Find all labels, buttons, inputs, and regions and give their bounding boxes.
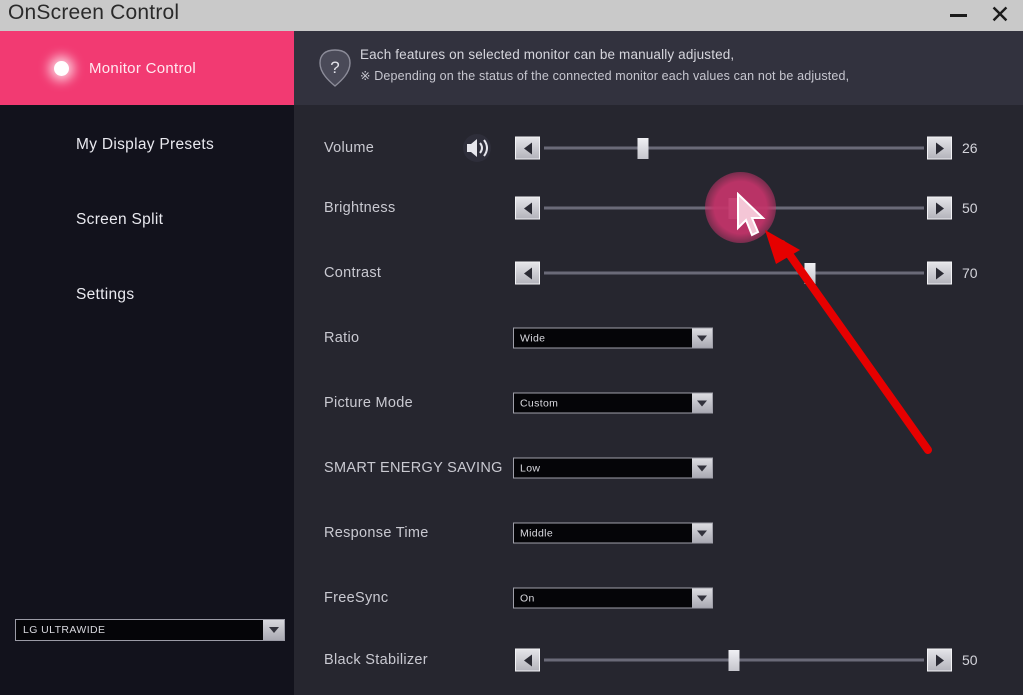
- chevron-down-icon[interactable]: [692, 588, 712, 608]
- control-label: Brightness: [324, 200, 396, 216]
- volume-slider-handle[interactable]: [637, 137, 649, 159]
- ratio-value: Wide: [520, 332, 546, 344]
- close-icon: ✕: [989, 1, 1011, 29]
- control-row-freesync: FreeSync On: [294, 581, 1023, 615]
- brightness-increase-button[interactable]: [927, 196, 952, 220]
- sidebar: Monitor Control My Display Presets Scree…: [0, 31, 294, 695]
- picture-mode-value: Custom: [520, 397, 559, 409]
- smart-energy-saving-dropdown[interactable]: Low: [513, 457, 713, 479]
- response-time-dropdown[interactable]: Middle: [513, 522, 713, 544]
- freesync-value: On: [520, 592, 535, 604]
- monitor-control-panel: Volume 26 Brightness 50 Contrast 70 Rati…: [294, 105, 1023, 695]
- brightness-decrease-button[interactable]: [515, 196, 540, 220]
- control-row-ratio: Ratio Wide: [294, 321, 1023, 355]
- sidebar-item-label: Monitor Control: [89, 59, 197, 77]
- monitor-selector-dropdown[interactable]: LG ULTRAWIDE: [15, 619, 285, 641]
- response-time-value: Middle: [520, 527, 554, 539]
- chevron-down-icon[interactable]: [263, 620, 284, 640]
- triangle-right-icon: [935, 654, 944, 666]
- sidebar-item-label: My Display Presets: [76, 136, 215, 153]
- contrast-value: 70: [962, 265, 978, 281]
- control-row-volume: Volume 26: [294, 131, 1023, 165]
- minimize-icon: [949, 14, 967, 17]
- brightness-value: 50: [962, 200, 978, 216]
- triangle-right-icon: [935, 142, 944, 154]
- black-stabilizer-slider-handle[interactable]: [728, 649, 740, 671]
- control-row-black-stabilizer: Black Stabilizer 50: [294, 643, 1023, 677]
- chevron-down-icon[interactable]: [692, 393, 712, 413]
- control-label: Contrast: [324, 265, 382, 281]
- volume-value: 26: [962, 140, 978, 156]
- black-stabilizer-value: 50: [962, 652, 978, 668]
- sidebar-item-my-display-presets[interactable]: My Display Presets: [0, 117, 294, 173]
- triangle-right-icon: [935, 202, 944, 214]
- sidebar-item-monitor-control[interactable]: Monitor Control: [0, 31, 294, 105]
- volume-increase-button[interactable]: [927, 136, 952, 160]
- chevron-down-icon[interactable]: [692, 523, 712, 543]
- control-label: FreeSync: [324, 590, 389, 606]
- sidebar-item-screen-split[interactable]: Screen Split: [0, 192, 294, 248]
- title-bar: OnScreen Control ✕: [0, 0, 1023, 31]
- control-row-smart-energy-saving: SMART ENERGY SAVING Low: [294, 451, 1023, 485]
- control-row-contrast: Contrast 70: [294, 256, 1023, 290]
- control-label: Black Stabilizer: [324, 652, 428, 668]
- minimize-button[interactable]: [941, 0, 975, 31]
- brightness-slider-track[interactable]: [544, 197, 924, 219]
- sidebar-item-label: Settings: [76, 286, 135, 303]
- help-question-icon: ?: [319, 49, 351, 87]
- contrast-increase-button[interactable]: [927, 261, 952, 285]
- freesync-dropdown[interactable]: On: [513, 587, 713, 609]
- volume-slider-track[interactable]: [544, 137, 924, 159]
- close-button[interactable]: ✕: [983, 0, 1017, 31]
- info-banner: ? Each features on selected monitor can …: [294, 31, 1023, 105]
- picture-mode-dropdown[interactable]: Custom: [513, 392, 713, 414]
- sidebar-item-settings[interactable]: Settings: [0, 267, 294, 323]
- contrast-slider-track[interactable]: [544, 262, 924, 284]
- control-label: SMART ENERGY SAVING: [324, 460, 503, 476]
- sidebar-item-label: Screen Split: [76, 211, 164, 228]
- triangle-left-icon: [523, 267, 532, 279]
- control-label: Volume: [324, 140, 375, 156]
- speaker-icon[interactable]: [458, 133, 496, 163]
- monitor-selector-value: LG ULTRAWIDE: [23, 624, 106, 636]
- control-row-response-time: Response Time Middle: [294, 516, 1023, 550]
- radio-dot-icon: [54, 60, 69, 76]
- control-label: Ratio: [324, 330, 360, 346]
- control-row-picture-mode: Picture Mode Custom: [294, 386, 1023, 420]
- volume-decrease-button[interactable]: [515, 136, 540, 160]
- black-stabilizer-slider-track[interactable]: [544, 649, 924, 671]
- contrast-decrease-button[interactable]: [515, 261, 540, 285]
- triangle-left-icon: [523, 202, 532, 214]
- chevron-down-icon[interactable]: [692, 328, 712, 348]
- black-stabilizer-decrease-button[interactable]: [515, 648, 540, 672]
- triangle-right-icon: [935, 267, 944, 279]
- chevron-down-icon[interactable]: [692, 458, 712, 478]
- triangle-left-icon: [523, 142, 532, 154]
- control-label: Picture Mode: [324, 395, 414, 411]
- window-title: OnScreen Control: [8, 1, 180, 24]
- smart-energy-saving-value: Low: [520, 462, 541, 474]
- banner-line-2: ※ Depending on the status of the connect…: [360, 69, 850, 83]
- banner-line-1: Each features on selected monitor can be…: [360, 47, 735, 62]
- ratio-dropdown[interactable]: Wide: [513, 327, 713, 349]
- svg-text:?: ?: [330, 58, 339, 77]
- brightness-slider-handle[interactable]: [728, 197, 740, 219]
- black-stabilizer-increase-button[interactable]: [927, 648, 952, 672]
- onscreen-control-window: OnScreen Control ✕ Monitor Control My Di…: [0, 0, 1023, 695]
- triangle-left-icon: [523, 654, 532, 666]
- control-label: Response Time: [324, 525, 429, 541]
- control-row-brightness: Brightness 50: [294, 191, 1023, 225]
- contrast-slider-handle[interactable]: [804, 262, 816, 284]
